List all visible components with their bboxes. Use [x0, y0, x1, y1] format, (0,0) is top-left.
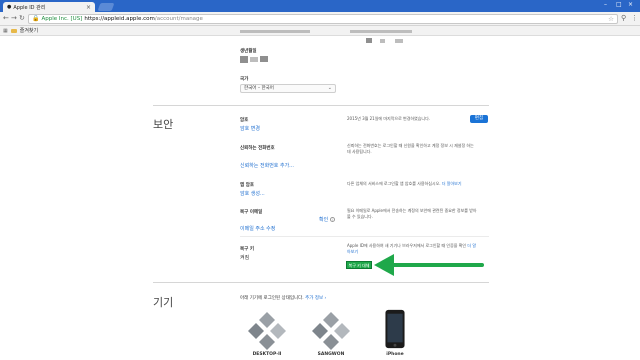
section-divider	[153, 105, 489, 106]
reload-icon[interactable]: ↻	[19, 14, 25, 22]
country-label: 국가	[240, 77, 249, 82]
apple-favicon-icon: ●	[7, 4, 12, 10]
url-host: https://appleid.apple.com	[84, 16, 155, 22]
device-name[interactable]: iPhone	[365, 352, 425, 357]
trusted-phone-label: 신뢰하는 전화번호	[240, 146, 275, 151]
verified-text: 확인	[319, 217, 329, 223]
secure-label: Apple Inc. [US]	[41, 16, 83, 22]
recovery-key-label: 복구 키	[240, 247, 254, 252]
devices-intro-text: 아래 기기에 로그인된 상태입니다.	[240, 296, 304, 301]
browser-tab[interactable]: ● Apple ID 관리 ×	[3, 2, 95, 12]
redacted-birthday	[250, 57, 258, 62]
country-select[interactable]: 한국어 – 한국어 ⌄	[240, 84, 336, 93]
learn-more-link[interactable]: 더 알아보기	[442, 181, 462, 186]
recovery-email-desc: 필요 이메일로 Apple에서 전송하는 계정의 보안에 관련된 중요한 정보를…	[347, 208, 477, 219]
verified-status: 확인 i	[319, 216, 335, 223]
change-password-link[interactable]: 암호 변경	[240, 125, 260, 132]
tab-title: Apple ID 관리	[13, 4, 46, 11]
redacted-email	[240, 30, 310, 33]
generate-password-link[interactable]: 암호 생성...	[240, 190, 265, 197]
app-password-label: 앱 암호	[240, 183, 254, 188]
green-arrow-annotation	[374, 254, 484, 276]
bookmarks-bar: ▦ 즐겨찾기	[0, 26, 640, 36]
bookmark-favorites[interactable]: 즐겨찾기	[20, 27, 38, 34]
country-value: 한국어 – 한국어	[244, 86, 274, 91]
app-password-desc-text: 다른 업체의 서비스에 로그인할 앱 암호를 사용하십시오.	[347, 181, 441, 186]
password-label: 암호	[240, 118, 249, 123]
devices-intro: 아래 기기에 로그인된 상태입니다. 추가 정보 ›	[240, 295, 326, 301]
address-bar[interactable]: 🔒 Apple Inc. [US] https://appleid.apple.…	[28, 14, 618, 24]
maximize-icon[interactable]: □	[616, 1, 622, 8]
page-content: 생년월일 국가 한국어 – 한국어 ⌄ 보안 편집 암호 암호 변경 2015년…	[0, 30, 640, 360]
lock-icon: 🔒	[32, 15, 40, 22]
recovery-key-value: 켜짐	[240, 255, 250, 261]
close-window-icon[interactable]: ×	[628, 1, 633, 8]
row-divider	[240, 236, 489, 237]
new-tab-button[interactable]	[97, 3, 115, 11]
url-path: /account/manage	[154, 16, 203, 22]
apps-icon[interactable]: ▦	[3, 28, 8, 34]
device-name[interactable]: SANGWON	[301, 352, 361, 357]
recovery-email-label: 복구 이메일	[240, 210, 263, 215]
redacted-pixel	[395, 39, 403, 43]
minimize-icon[interactable]: –	[604, 1, 607, 8]
windows-icon[interactable]	[306, 310, 356, 352]
bookmark-star-icon[interactable]: ☆	[608, 15, 614, 23]
edit-email-link[interactable]: 이메일 주소 수정	[240, 225, 275, 232]
password-desc: 2015년 3월 21일에 마지막으로 변경하였습니다.	[347, 116, 431, 121]
devices-title: 기기	[153, 296, 174, 309]
redacted-birthday	[240, 56, 248, 63]
forward-icon[interactable]: →	[11, 14, 17, 22]
device-name[interactable]: DESKTOP-II	[237, 352, 297, 357]
add-trusted-phone-link[interactable]: 신뢰하는 전화번호 추가...	[240, 162, 294, 169]
chevron-down-icon: ⌄	[327, 85, 332, 91]
tab-strip: ● Apple ID 관리 × – □ ×	[0, 0, 640, 12]
redacted-email	[350, 30, 412, 33]
iphone-icon[interactable]	[370, 308, 420, 350]
redacted-birthday	[260, 56, 268, 62]
tab-close-icon[interactable]: ×	[86, 4, 91, 11]
security-title: 보안	[153, 118, 174, 131]
windows-icon[interactable]	[242, 310, 292, 352]
redacted-pixel	[366, 38, 372, 43]
info-icon[interactable]: i	[329, 217, 335, 222]
birthday-label: 생년월일	[240, 49, 257, 54]
app-password-desc: 다른 업체의 서비스에 로그인할 앱 암호를 사용하십시오. 더 알아보기	[347, 181, 477, 187]
section-divider	[153, 282, 489, 283]
trusted-phone-desc: 신뢰하는 전화번호는 로그인할 때 신원을 확인하고 계정 정보 시 재설정 하…	[347, 143, 474, 154]
replace-recovery-key-button[interactable]: 복구 키 대체	[346, 261, 372, 269]
back-icon[interactable]: ←	[3, 14, 9, 22]
extension-icon[interactable]: ⚲	[621, 14, 626, 22]
browser-toolbar: ← → ↻ 🔒 Apple Inc. [US] https://appleid.…	[0, 12, 640, 26]
folder-icon	[10, 28, 17, 33]
menu-icon[interactable]: ⋮	[631, 14, 638, 22]
redacted-pixel	[380, 39, 385, 43]
more-info-link[interactable]: 추가 정보 ›	[305, 296, 326, 301]
